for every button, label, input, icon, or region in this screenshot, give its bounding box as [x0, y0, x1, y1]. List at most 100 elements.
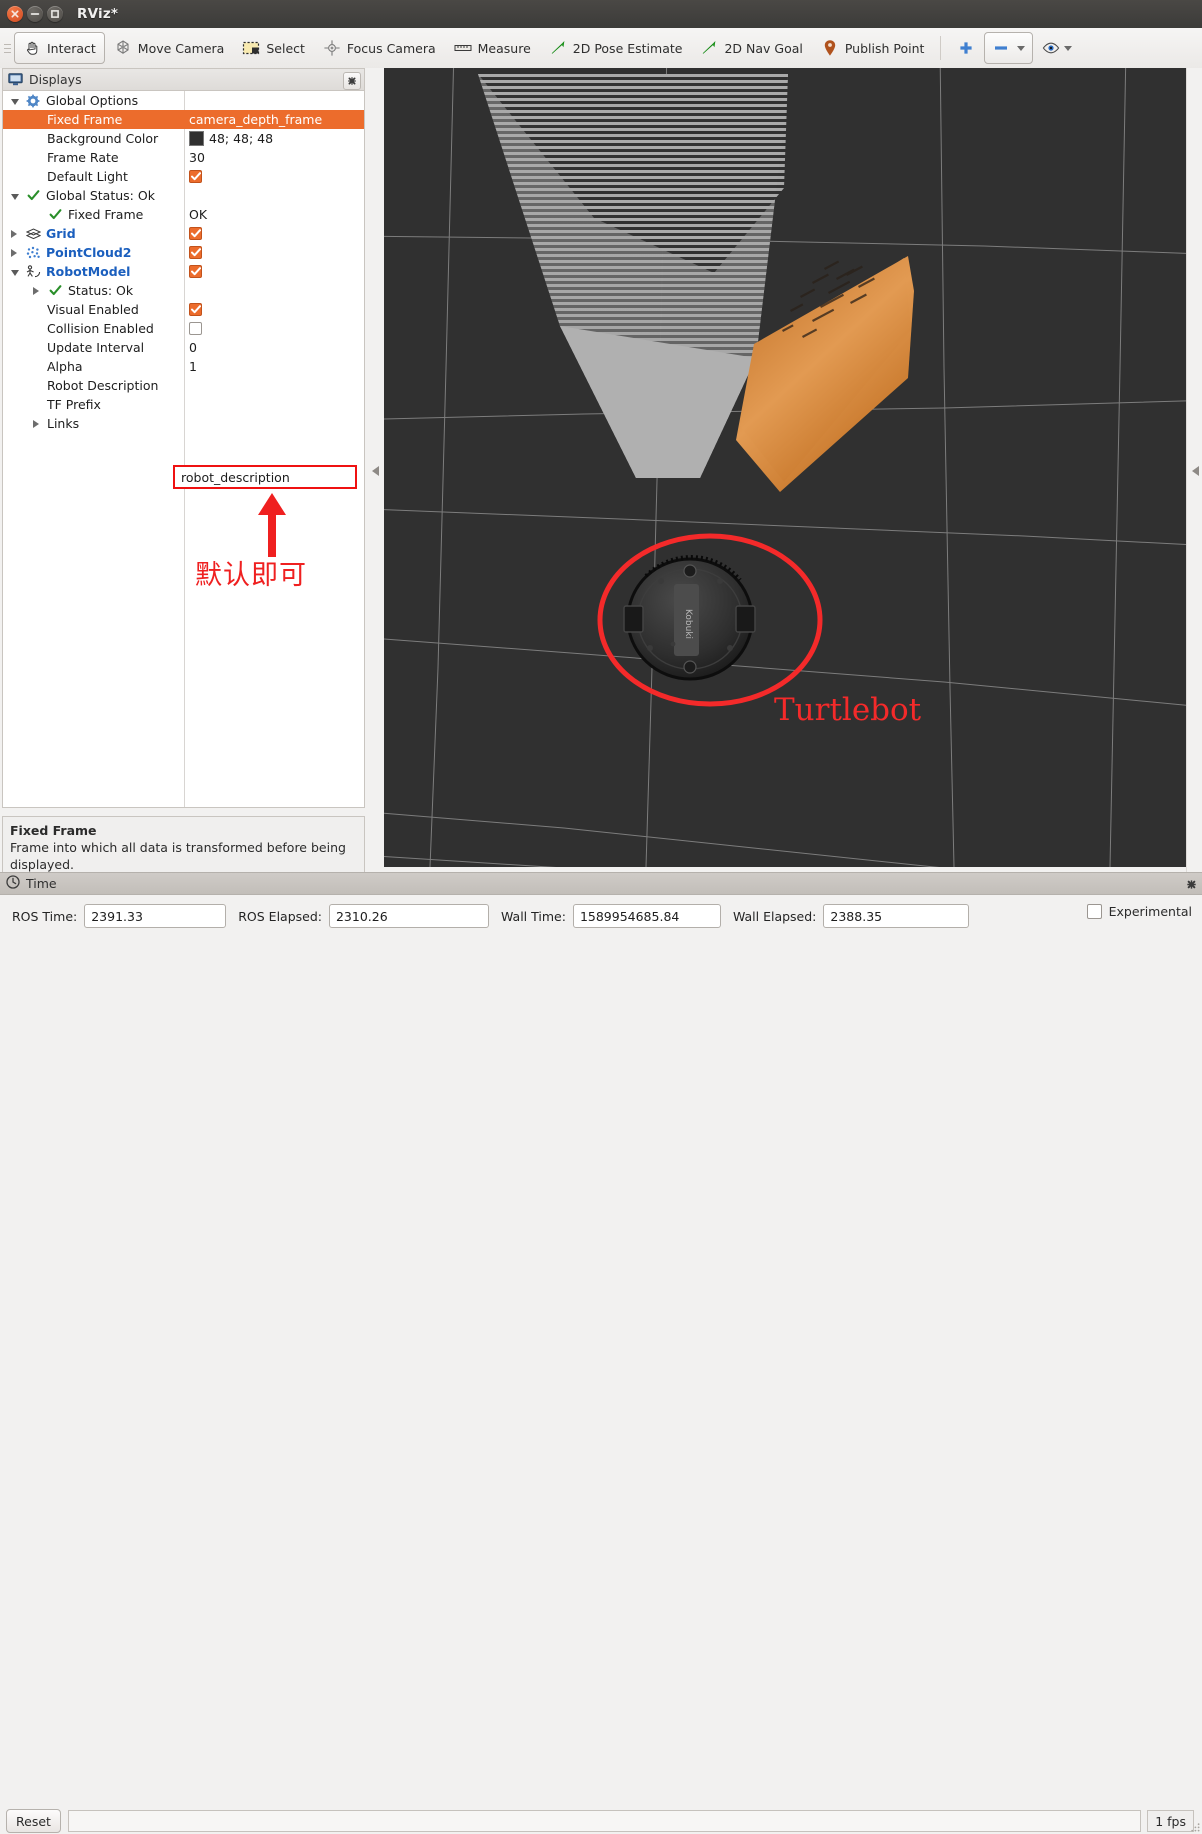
- tree-row[interactable]: Links: [3, 414, 364, 433]
- tree-row[interactable]: Global Status: Ok: [3, 186, 364, 205]
- tree-row-value: 1: [189, 359, 197, 374]
- expander-expand-icon[interactable]: [11, 229, 20, 238]
- tree-row[interactable]: RobotModel: [3, 262, 364, 281]
- displays-panel-header: Displays: [2, 68, 365, 90]
- experimental-toggle[interactable]: Experimental: [1086, 904, 1192, 919]
- tool-interact[interactable]: Interact: [14, 32, 105, 64]
- tree-row-value: OK: [189, 207, 208, 222]
- tool-measure[interactable]: Measure: [445, 32, 540, 64]
- tree-row[interactable]: Visual Enabled: [3, 300, 364, 319]
- tool-select-label: Select: [266, 40, 305, 56]
- ros-elapsed-label: ROS Elapsed:: [238, 908, 322, 924]
- displays-tree[interactable]: Global Options Fixed Frame camera_depth_fr…: [2, 90, 365, 808]
- wall-elapsed-input[interactable]: 2388.35: [823, 904, 970, 928]
- checkbox-checked[interactable]: [189, 246, 202, 259]
- tree-row[interactable]: Collision Enabled: [3, 319, 364, 338]
- tree-row[interactable]: Robot Description: [3, 376, 364, 395]
- left-dock-splitter[interactable]: [367, 68, 384, 874]
- color-swatch[interactable]: [189, 131, 204, 146]
- tree-row-label: RobotModel: [46, 264, 131, 279]
- expander-expand-icon[interactable]: [33, 419, 42, 428]
- maximize-icon[interactable]: [47, 6, 63, 22]
- collapse-right-icon: [1191, 466, 1199, 476]
- tree-row-value: 48; 48; 48: [209, 131, 274, 146]
- tree-row[interactable]: Alpha 1: [3, 357, 364, 376]
- tree-row-label: Links: [47, 416, 80, 431]
- expander-collapse-icon[interactable]: [11, 96, 20, 105]
- checkbox-checked[interactable]: [189, 303, 202, 316]
- tree-row[interactable]: PointCloud2: [3, 243, 364, 262]
- wall-elapsed-label: Wall Elapsed:: [732, 908, 817, 924]
- expander-expand-icon[interactable]: [11, 248, 20, 257]
- tree-row-label: PointCloud2: [46, 245, 132, 260]
- tool-select[interactable]: Select: [233, 32, 314, 64]
- robot-description-value: robot_description: [181, 469, 290, 485]
- toolbar-drag-handle[interactable]: [0, 28, 14, 68]
- annotation-note-text: 默认即可: [195, 560, 307, 591]
- tree-row[interactable]: Fixed Frame OK: [3, 205, 364, 224]
- ros-time-input[interactable]: 2391.33: [84, 904, 227, 928]
- minimize-icon[interactable]: [27, 6, 43, 22]
- expander-collapse-icon[interactable]: [11, 267, 20, 276]
- resize-grip-icon[interactable]: [1190, 1822, 1200, 1832]
- close-panel-icon[interactable]: [1184, 877, 1198, 891]
- tool-2d-nav-goal[interactable]: 2D Nav Goal: [691, 32, 811, 64]
- tool-interact-label: Interact: [47, 40, 96, 56]
- tool-2d-pose-estimate[interactable]: 2D Pose Estimate: [540, 32, 692, 64]
- add-display-button[interactable]: [948, 32, 984, 64]
- minus-icon: [992, 39, 1010, 57]
- tree-row-label: Default Light: [47, 169, 128, 184]
- tree-row[interactable]: Default Light: [3, 167, 364, 186]
- wall-time-input[interactable]: 1589954685.84: [572, 904, 721, 928]
- tool-publish-point[interactable]: Publish Point: [812, 32, 934, 64]
- tree-row-label: Background Color: [47, 131, 159, 146]
- tool-move-camera[interactable]: Move Camera: [105, 32, 234, 64]
- tree-row[interactable]: Fixed Frame camera_depth_frame: [3, 110, 364, 129]
- tree-row[interactable]: Frame Rate 30: [3, 148, 364, 167]
- tree-row[interactable]: TF Prefix: [3, 395, 364, 414]
- visibility-dropdown[interactable]: [1033, 32, 1081, 64]
- tree-row-value: 0: [189, 340, 197, 355]
- tree-row-label: Grid: [46, 226, 76, 241]
- map-pin-icon: [821, 39, 839, 57]
- hand-cursor-icon: [23, 39, 41, 57]
- tree-row[interactable]: Grid: [3, 224, 364, 243]
- checkbox-checked[interactable]: [189, 170, 202, 183]
- tree-row-label: Status: Ok: [68, 283, 134, 298]
- expander-collapse-icon[interactable]: [11, 191, 20, 200]
- tree-row[interactable]: Update Interval 0: [3, 338, 364, 357]
- status-progress-area: [67, 1810, 1142, 1832]
- tree-row-label: Global Options: [46, 93, 139, 108]
- rviz-window: RViz* Interact Move Camera Select Focus …: [0, 0, 1202, 1833]
- tree-row[interactable]: Background Color 48; 48; 48: [3, 129, 364, 148]
- checkbox-checked[interactable]: [189, 227, 202, 240]
- green-check-icon: [25, 187, 41, 205]
- render-viewport-3d[interactable]: Kobuki Turtlebot: [384, 68, 1186, 867]
- collapse-left-icon: [372, 466, 379, 476]
- tree-row-label: Fixed Frame: [68, 207, 144, 222]
- reset-button[interactable]: Reset: [6, 1809, 61, 1833]
- green-arrow-icon: [700, 39, 718, 57]
- tool-measure-label: Measure: [477, 40, 531, 56]
- close-panel-icon[interactable]: [343, 72, 361, 90]
- tool-focus-camera[interactable]: Focus Camera: [314, 32, 445, 64]
- chevron-down-icon: [1064, 45, 1073, 51]
- tree-row[interactable]: Status: Ok: [3, 281, 364, 300]
- status-bar: Reset 1 fps: [0, 1808, 1202, 1834]
- checkbox-checked[interactable]: [189, 265, 202, 278]
- tree-row[interactable]: Global Options: [3, 91, 364, 110]
- ros-elapsed-input[interactable]: 2310.26: [328, 904, 489, 928]
- right-dock-splitter[interactable]: [1186, 68, 1202, 874]
- viewport-annotations: Turtlebot: [597, 533, 922, 728]
- experimental-checkbox[interactable]: [1086, 904, 1102, 919]
- expander-expand-icon[interactable]: [33, 286, 42, 295]
- property-description-title: Fixed Frame: [10, 823, 97, 838]
- close-icon[interactable]: [7, 6, 23, 22]
- remove-display-dropdown[interactable]: [984, 32, 1034, 64]
- checkbox-unchecked[interactable]: [189, 322, 202, 335]
- pointcloud-icon: [25, 244, 41, 262]
- robot-description-input[interactable]: robot_description: [173, 465, 357, 489]
